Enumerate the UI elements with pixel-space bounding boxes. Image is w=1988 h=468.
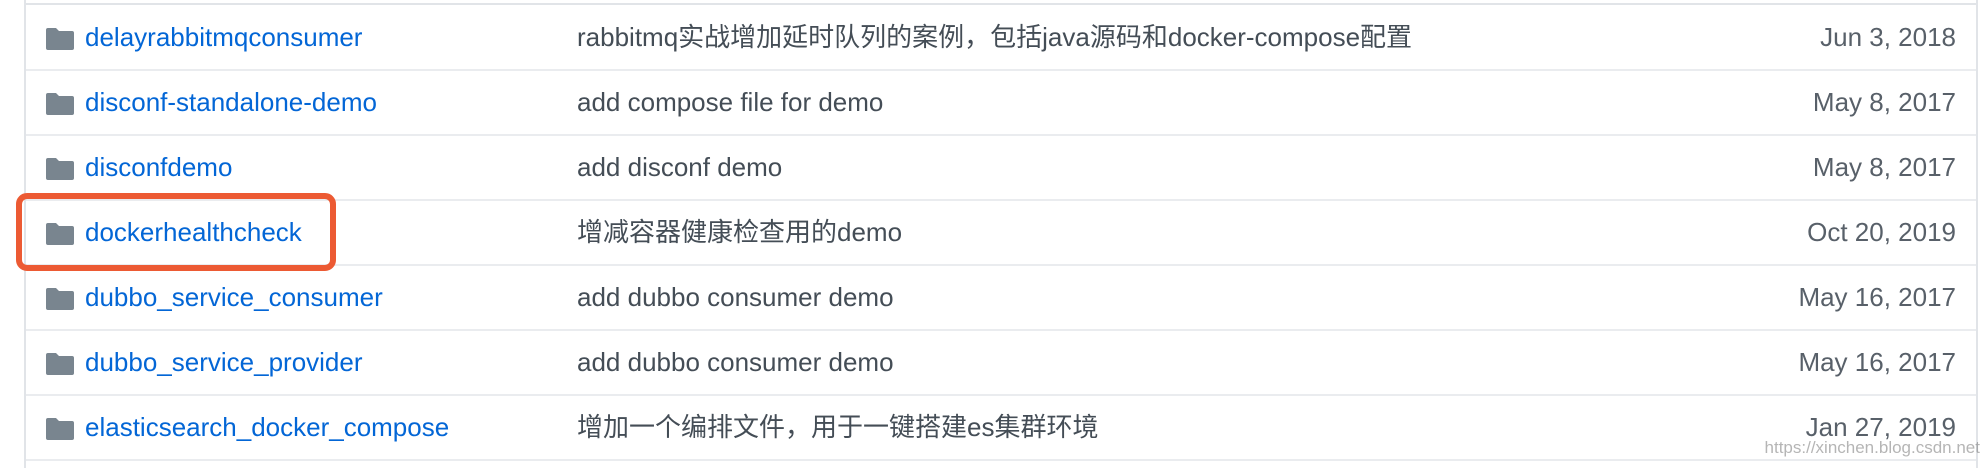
folder-icon	[46, 28, 74, 50]
commit-date: May 16, 2017	[1798, 282, 1956, 312]
watermark-text: https://xinchen.blog.csdn.net	[1764, 438, 1980, 457]
table-row: disconf-standalone-demo add compose file…	[26, 70, 1976, 136]
folder-link[interactable]: dubbo_service_provider	[85, 330, 363, 394]
table-row: dockerhealthcheck 增减容器健康检查用的demo Oct 20,…	[26, 200, 1976, 266]
table-row: delayrabbitmqconsumer rabbitmq实战增加延时队列的案…	[26, 5, 1976, 71]
folder-icon	[46, 158, 74, 180]
folder-link[interactable]: elasticsearch_docker_compose	[85, 395, 449, 459]
folder-icon	[46, 288, 74, 310]
folder-icon	[46, 418, 74, 440]
commit-date: May 8, 2017	[1812, 152, 1956, 182]
folder-icon	[46, 93, 74, 115]
commit-message-link[interactable]: rabbitmq实战增加延时队列的案例，包括java源码和docker-comp…	[577, 5, 1412, 69]
commit-message-link[interactable]: add compose file for demo	[577, 70, 883, 134]
folder-icon	[46, 223, 74, 245]
commit-message-link[interactable]: add disconf demo	[577, 135, 782, 199]
commit-date: Jun 3, 2018	[1820, 22, 1956, 52]
folder-link[interactable]: disconfdemo	[85, 135, 232, 199]
folder-link[interactable]: dockerhealthcheck	[85, 200, 302, 264]
commit-message-link[interactable]: 增减容器健康检查用的demo	[577, 200, 902, 264]
folder-icon	[46, 353, 74, 375]
commit-date: May 16, 2017	[1798, 347, 1956, 377]
table-row: dubbo_service_consumer add dubbo consume…	[26, 265, 1976, 331]
commit-message-link[interactable]: 增加一个编排文件，用于一键搭建es集群环境	[577, 395, 1098, 459]
folder-link[interactable]: dubbo_service_consumer	[85, 265, 383, 329]
file-list-table: delayrabbitmqconsumer rabbitmq实战增加延时队列的案…	[24, 0, 1978, 468]
commit-date: May 8, 2017	[1812, 87, 1956, 117]
table-row: disconfdemo add disconf demo May 8, 2017	[26, 135, 1976, 201]
table-row: elasticsearch_docker_compose 增加一个编排文件，用于…	[26, 395, 1976, 461]
table-row: dubbo_service_provider add dubbo consume…	[26, 330, 1976, 396]
folder-link[interactable]: disconf-standalone-demo	[85, 70, 377, 134]
folder-link[interactable]: delayrabbitmqconsumer	[85, 5, 362, 69]
commit-message-link[interactable]: add dubbo consumer demo	[577, 330, 894, 394]
commit-date: Oct 20, 2019	[1807, 217, 1956, 247]
commit-message-link[interactable]: add dubbo consumer demo	[577, 265, 894, 329]
